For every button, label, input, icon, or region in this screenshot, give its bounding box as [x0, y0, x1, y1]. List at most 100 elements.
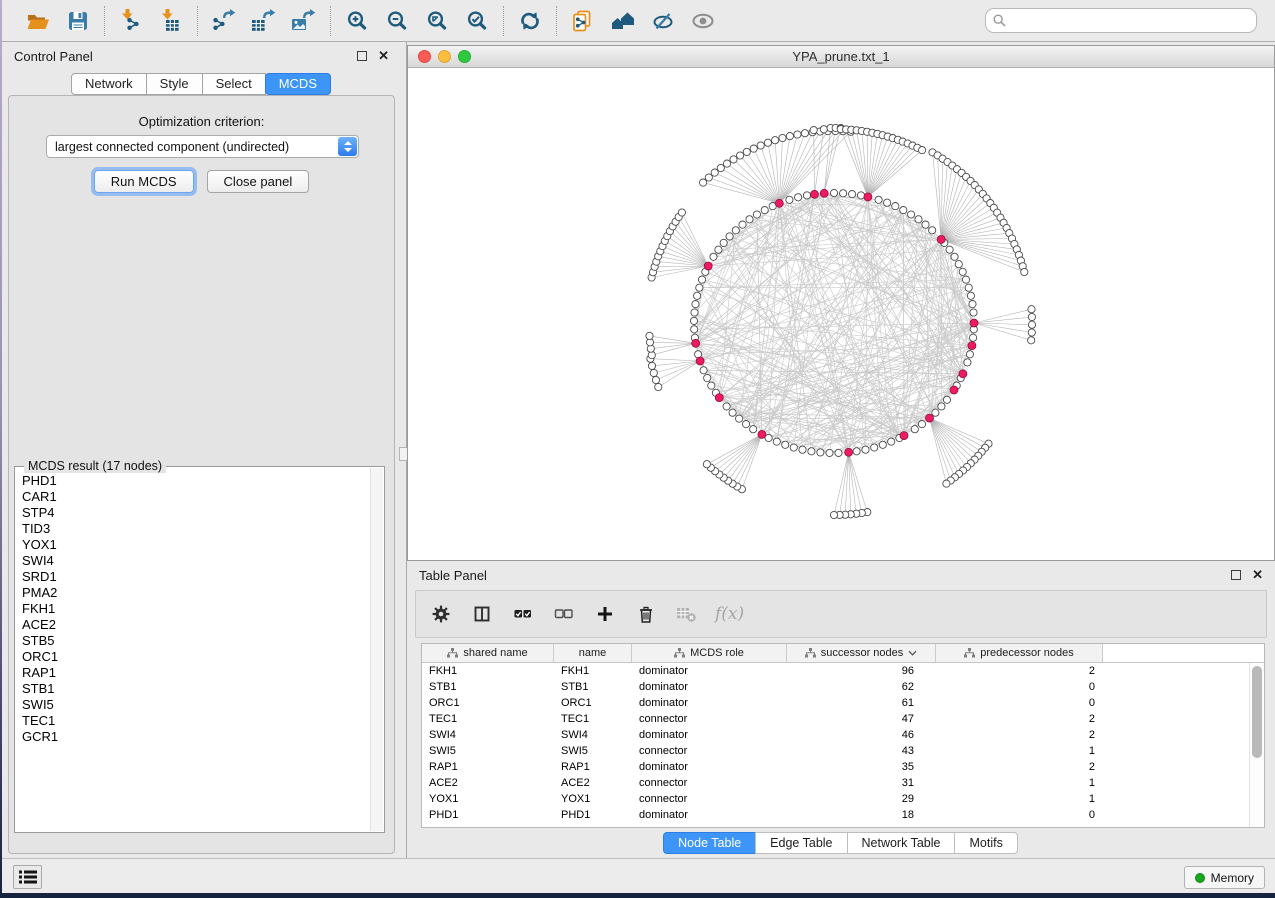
network-node[interactable]: [808, 448, 815, 455]
mcds-result-item[interactable]: STB1: [16, 681, 370, 697]
network-node[interactable]: [946, 246, 953, 253]
network-node[interactable]: [646, 332, 653, 339]
table-row[interactable]: FKH1FKH1dominator962: [422, 663, 1264, 679]
network-node[interactable]: [717, 164, 724, 171]
table-row[interactable]: RAP1RAP1dominator352: [422, 759, 1264, 775]
network-node[interactable]: [708, 382, 715, 389]
network-node[interactable]: [704, 374, 711, 381]
export-table-button[interactable]: [249, 6, 279, 36]
tab-motifs[interactable]: Motifs: [954, 832, 1017, 854]
mcds-result-item[interactable]: PMA2: [16, 585, 370, 601]
tab-mcds[interactable]: MCDS: [265, 73, 331, 95]
table-row[interactable]: SWI5SWI5connector431: [422, 743, 1264, 759]
network-node[interactable]: [817, 449, 824, 456]
mcds-node[interactable]: [900, 432, 908, 440]
network-node[interactable]: [732, 227, 739, 234]
network-node[interactable]: [761, 207, 768, 214]
column-header-predecessor-nodes[interactable]: predecessor nodes: [936, 644, 1103, 662]
export-image-button[interactable]: [289, 6, 319, 36]
table-scrollbar-track[interactable]: [1249, 663, 1264, 827]
column-header-name[interactable]: name: [554, 644, 632, 662]
network-node[interactable]: [1021, 268, 1028, 275]
network-node[interactable]: [967, 292, 974, 299]
import-network-button[interactable]: [116, 6, 146, 36]
table-row[interactable]: PHD1PHD1dominator180: [422, 807, 1264, 823]
mcds-node[interactable]: [811, 190, 819, 198]
network-node[interactable]: [790, 444, 797, 451]
table-row[interactable]: SWI4SWI4dominator462: [422, 727, 1264, 743]
mcds-result-item[interactable]: SWI4: [16, 553, 370, 569]
tab-style[interactable]: Style: [146, 73, 203, 95]
close-panel-button[interactable]: Close panel: [207, 170, 310, 193]
network-node[interactable]: [871, 444, 878, 451]
mcds-list-scrollbar[interactable]: [370, 468, 383, 831]
network-node[interactable]: [810, 127, 817, 134]
refresh-layout-button[interactable]: [515, 6, 545, 36]
mcds-node[interactable]: [845, 448, 853, 456]
network-node[interactable]: [1028, 313, 1035, 320]
network-node[interactable]: [729, 409, 736, 416]
mcds-node[interactable]: [950, 386, 958, 394]
network-node[interactable]: [955, 261, 962, 268]
float-panel-icon[interactable]: [357, 51, 367, 61]
network-node[interactable]: [739, 221, 746, 228]
close-panel-icon[interactable]: ✕: [378, 51, 389, 61]
network-node[interactable]: [826, 449, 833, 456]
network-node[interactable]: [884, 199, 891, 206]
table-row[interactable]: ACE2ACE2connector311: [422, 775, 1264, 791]
network-node[interactable]: [705, 174, 712, 181]
network-graph[interactable]: [408, 68, 1274, 560]
network-node[interactable]: [879, 441, 886, 448]
float-table-panel-icon[interactable]: [1231, 570, 1241, 580]
network-canvas[interactable]: [408, 68, 1274, 560]
column-header-MCDS-role[interactable]: MCDS role: [632, 644, 787, 662]
show-columns-button[interactable]: [469, 601, 495, 627]
window-zoom-light[interactable]: [458, 50, 471, 63]
network-node[interactable]: [655, 383, 662, 390]
network-node[interactable]: [715, 246, 722, 253]
network-node[interactable]: [849, 191, 856, 198]
window-minimize-light[interactable]: [438, 50, 451, 63]
save-session-button[interactable]: [63, 6, 93, 36]
network-node[interactable]: [795, 194, 802, 201]
network-node[interactable]: [853, 448, 860, 455]
table-row[interactable]: YOX1YOX1connector291: [422, 791, 1264, 807]
delete-table-button[interactable]: [674, 601, 700, 627]
network-node[interactable]: [678, 209, 685, 216]
network-node[interactable]: [964, 359, 971, 366]
network-node[interactable]: [726, 233, 733, 240]
network-node[interactable]: [900, 207, 907, 214]
network-node[interactable]: [962, 276, 969, 283]
mcds-result-item[interactable]: TID3: [16, 521, 370, 537]
hide-selected-button[interactable]: [648, 6, 678, 36]
show-all-button[interactable]: [688, 6, 718, 36]
network-node[interactable]: [959, 268, 966, 275]
table-row[interactable]: STB1STB1dominator620: [422, 679, 1264, 695]
optimization-criterion-select[interactable]: largest connected component (undirected): [46, 135, 359, 158]
network-node[interactable]: [794, 131, 801, 138]
mcds-node[interactable]: [692, 339, 700, 347]
network-node[interactable]: [915, 216, 922, 223]
network-node[interactable]: [764, 139, 771, 146]
mcds-result-item[interactable]: RAP1: [16, 665, 370, 681]
network-node[interactable]: [742, 421, 749, 428]
search-box[interactable]: [985, 8, 1257, 33]
network-node[interactable]: [919, 147, 926, 154]
network-node[interactable]: [918, 421, 925, 428]
network-node[interactable]: [743, 148, 750, 155]
network-node[interactable]: [857, 192, 864, 199]
network-node[interactable]: [757, 142, 764, 149]
automation-panel-button[interactable]: [13, 865, 42, 889]
mcds-result-item[interactable]: TEC1: [16, 713, 370, 729]
mcds-result-item[interactable]: CAR1: [16, 489, 370, 505]
table-row[interactable]: ORC1ORC1dominator610: [422, 695, 1264, 711]
mcds-node[interactable]: [959, 370, 967, 378]
mcds-result-item[interactable]: SWI5: [16, 697, 370, 713]
network-node[interactable]: [908, 211, 915, 218]
network-node[interactable]: [691, 309, 698, 316]
mcds-node[interactable]: [758, 430, 766, 438]
mcds-node[interactable]: [864, 193, 872, 201]
network-node[interactable]: [723, 160, 730, 167]
delete-column-button[interactable]: [633, 601, 659, 627]
network-node[interactable]: [932, 409, 939, 416]
